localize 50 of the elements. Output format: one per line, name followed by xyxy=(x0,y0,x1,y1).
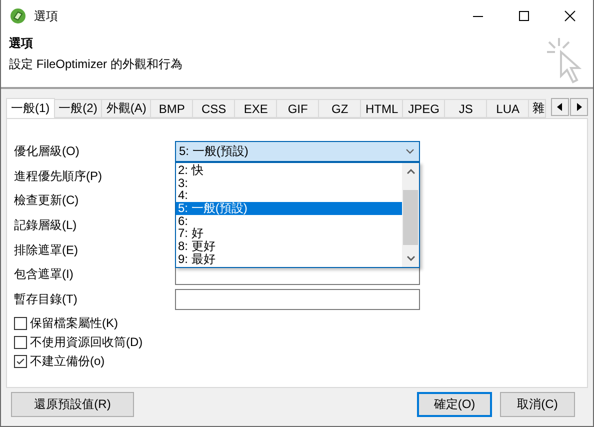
dropdown-option[interactable]: 9: 最好 xyxy=(176,252,402,266)
tab[interactable]: JS xyxy=(445,99,488,118)
reset-button[interactable]: 還原預設值(R) xyxy=(11,392,134,417)
checkbox[interactable] xyxy=(14,316,27,330)
tab[interactable]: EXE xyxy=(235,99,278,118)
field-label: 排除遮罩(E) xyxy=(14,242,79,259)
cursor-sparkle-icon xyxy=(545,36,583,86)
tab[interactable]: 外觀(A) xyxy=(102,99,152,118)
header-title: 選項 xyxy=(9,35,34,51)
ok-button[interactable]: 確定(O) xyxy=(417,392,492,417)
field-label: 暫存目錄(T) xyxy=(14,290,78,308)
checkbox-label[interactable]: 保留檔案屬性(K) xyxy=(30,314,118,332)
app-icon xyxy=(10,8,26,24)
tab[interactable]: JPEG xyxy=(403,99,446,118)
tab[interactable]: 雜 xyxy=(529,99,546,118)
tab[interactable]: BMP xyxy=(151,99,194,118)
tab[interactable]: GIF xyxy=(277,99,320,118)
header-subtitle: 設定 FileOptimizer 的外觀和行為 xyxy=(9,56,182,72)
tab[interactable]: LUA xyxy=(487,99,530,118)
dropdown-option[interactable]: 7: 好 xyxy=(176,227,402,240)
input-field[interactable] xyxy=(175,288,420,310)
tab[interactable]: CSS xyxy=(193,99,236,118)
dropdown-option[interactable]: 4: xyxy=(176,189,402,202)
scroll-right-icon[interactable] xyxy=(570,98,588,116)
tab[interactable]: 一般(2) xyxy=(54,99,102,118)
cancel-button[interactable]: 取消(C) xyxy=(500,392,575,417)
field-label: 檢查更新(C) xyxy=(14,192,80,210)
chevron-down-icon xyxy=(406,148,414,154)
field-label: 包含遮罩(I) xyxy=(14,266,74,284)
window-title: 選項 xyxy=(34,8,58,24)
checkbox-label[interactable]: 不建立備份(o) xyxy=(30,352,105,370)
field-label: 優化層級(O) xyxy=(14,142,80,160)
dropdown-option[interactable]: 8: 更好 xyxy=(176,240,402,253)
scroll-down-icon[interactable] xyxy=(406,256,414,261)
tab[interactable]: 一般(1) xyxy=(6,98,55,118)
checkbox[interactable] xyxy=(14,336,27,349)
dropdown-option[interactable]: 3: xyxy=(176,176,402,190)
checkbox[interactable] xyxy=(14,354,27,368)
scrollbar[interactable] xyxy=(402,162,419,267)
scroll-left-icon[interactable] xyxy=(551,98,569,116)
dropdown-option[interactable]: 5: 一般(預設) xyxy=(176,202,402,215)
checkbox-label[interactable]: 不使用資源回收筒(D) xyxy=(30,334,143,351)
field-label: 進程優先順序(P) xyxy=(14,168,103,185)
dropdown-option[interactable]: 2: 快 xyxy=(176,164,402,177)
dropdown[interactable]: 5: 一般(預設) xyxy=(175,140,420,162)
dropdown-option[interactable]: 6: xyxy=(176,214,402,228)
scroll-up-icon[interactable] xyxy=(406,168,414,174)
tab[interactable]: HTML xyxy=(361,99,404,118)
field-label: 記錄層級(L) xyxy=(14,216,78,234)
tab[interactable]: GZ xyxy=(319,99,362,118)
